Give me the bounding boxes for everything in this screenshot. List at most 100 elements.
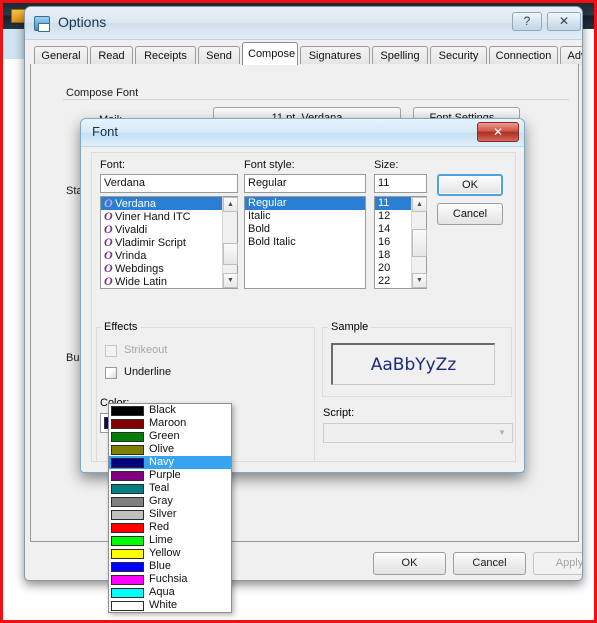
scroll-down-icon[interactable]: ▼ [412, 273, 427, 288]
close-icon[interactable]: ✕ [547, 12, 581, 31]
tab-general[interactable]: General [34, 46, 88, 65]
font-label: Font: [100, 159, 126, 171]
font-dialog-title: Font [92, 124, 119, 139]
list-item-label: Bold [248, 223, 271, 235]
color-option[interactable]: Aqua [109, 586, 231, 599]
color-swatch-icon [111, 561, 144, 572]
tab-compose[interactable]: Compose [242, 42, 298, 65]
color-option[interactable]: Olive [109, 443, 231, 456]
color-option[interactable]: Black [109, 404, 231, 417]
color-swatch-icon [111, 405, 144, 416]
font-dialog-ok-button[interactable]: OK [437, 174, 503, 196]
tab-security[interactable]: Security [430, 46, 487, 65]
list-item-label: Regular [248, 197, 287, 209]
color-swatch-icon [111, 496, 144, 507]
page-title: Options [58, 14, 107, 30]
save-disk-icon [34, 16, 50, 32]
compose-font-group-label: Compose Font [63, 87, 142, 99]
color-swatch-icon [111, 483, 144, 494]
scroll-thumb[interactable] [412, 229, 427, 257]
strikeout-label: Strikeout [124, 344, 168, 356]
color-option[interactable]: Gray [109, 495, 231, 508]
scroll-thumb[interactable] [223, 243, 238, 265]
list-item-label: 20 [378, 262, 391, 274]
tab-read[interactable]: Read [90, 46, 133, 65]
list-item[interactable]: O Webdings [101, 262, 237, 276]
color-swatch-icon [111, 587, 144, 598]
color-option[interactable]: Silver [109, 508, 231, 521]
list-item-label: Viner Hand ITC [115, 211, 191, 223]
list-item[interactable]: O Wide Latin [101, 275, 237, 289]
color-option[interactable]: Teal [109, 482, 231, 495]
chevron-down-icon[interactable]: ▼ [493, 425, 511, 441]
color-option[interactable]: Lime [109, 534, 231, 547]
color-dropdown-list[interactable]: Black Maroon Green Olive Navy Purple Teal Gray S… [108, 403, 232, 613]
color-option[interactable]: Yellow [109, 547, 231, 560]
options-titlebar: Options ? ✕ [25, 7, 582, 40]
list-item-label: Vivaldi [115, 224, 148, 236]
color-swatch-icon [111, 522, 144, 533]
tab-connection[interactable]: Connection [489, 46, 558, 65]
font-list-scrollbar[interactable]: ▲ ▼ [222, 197, 238, 288]
options-ok-button[interactable]: OK [373, 552, 446, 575]
options-cancel-button[interactable]: Cancel [453, 552, 526, 575]
color-swatch-icon [111, 470, 144, 481]
tab-receipts[interactable]: Receipts [135, 46, 196, 65]
help-button[interactable]: ? [512, 12, 542, 31]
options-apply-button[interactable]: Apply [533, 552, 582, 575]
color-swatch-icon [111, 431, 144, 442]
tab-signatures[interactable]: Signatures [300, 46, 370, 65]
color-option[interactable]: White [109, 599, 231, 612]
font-style-label: Font style: [244, 159, 295, 171]
font-style-list[interactable]: Regular Italic Bold Bold Italic [244, 196, 366, 289]
script-combobox[interactable]: ▼ [323, 423, 513, 443]
tab-label: Security [438, 50, 479, 62]
list-item[interactable]: Bold Italic [245, 236, 365, 249]
tab-send[interactable]: Send [198, 46, 240, 65]
effects-group-label: Effects [101, 321, 141, 333]
list-item[interactable]: O Vivaldi [101, 223, 237, 237]
tab-advanced[interactable]: Advanced [560, 46, 582, 65]
color-option[interactable]: Navy [109, 456, 231, 469]
scroll-down-icon[interactable]: ▼ [223, 273, 238, 288]
list-item[interactable]: O Viner Hand ITC [101, 210, 237, 224]
tab-spelling[interactable]: Spelling [372, 46, 428, 65]
list-item-label: 12 [378, 210, 391, 222]
color-option[interactable]: Red [109, 521, 231, 534]
strikeout-checkbox[interactable] [105, 345, 117, 357]
list-item[interactable]: Regular [245, 197, 365, 210]
font-dialog-cancel-button[interactable]: Cancel [437, 203, 503, 225]
color-option[interactable]: Fuchsia [109, 573, 231, 586]
color-option[interactable]: Green [109, 430, 231, 443]
size-list-scrollbar[interactable]: ▲ ▼ [411, 197, 427, 288]
color-option-label: Purple [149, 469, 181, 481]
list-item-label: 16 [378, 236, 391, 248]
color-option-label: Navy [149, 456, 175, 468]
underline-checkbox[interactable] [105, 367, 117, 379]
close-icon[interactable]: ✕ [477, 122, 519, 142]
options-tabstrip: General Read Receipts Send Compose Signatures… [25, 40, 582, 65]
size-input[interactable]: 11 [374, 174, 427, 193]
color-option[interactable]: Maroon [109, 417, 231, 430]
color-swatch-icon [111, 509, 144, 520]
color-option[interactable]: Blue [109, 560, 231, 573]
color-option[interactable]: Purple [109, 469, 231, 482]
list-item-label: Vladimir Script [115, 237, 186, 249]
list-item-label: 18 [378, 249, 391, 261]
list-item[interactable]: O Vladimir Script [101, 236, 237, 250]
list-item[interactable]: Italic [245, 210, 365, 223]
font-style-input[interactable]: Regular [244, 174, 366, 193]
color-option-label: Fuchsia [149, 573, 188, 585]
color-option-label: Green [149, 430, 180, 442]
list-item[interactable]: Bold [245, 223, 365, 236]
scroll-up-icon[interactable]: ▲ [412, 197, 427, 212]
list-item[interactable]: O Vrinda [101, 249, 237, 263]
color-swatch-icon [111, 457, 144, 468]
underline-label: Underline [124, 366, 172, 378]
tab-label: Read [98, 50, 125, 62]
font-list[interactable]: O Verdana O Viner Hand ITC O Vivaldi O Vladimir… [100, 196, 238, 289]
sample-preview: AaBbYyZz [331, 343, 495, 385]
font-input[interactable]: Verdana [100, 174, 238, 193]
list-item[interactable]: O Verdana [101, 197, 237, 210]
scroll-up-icon[interactable]: ▲ [223, 197, 238, 212]
